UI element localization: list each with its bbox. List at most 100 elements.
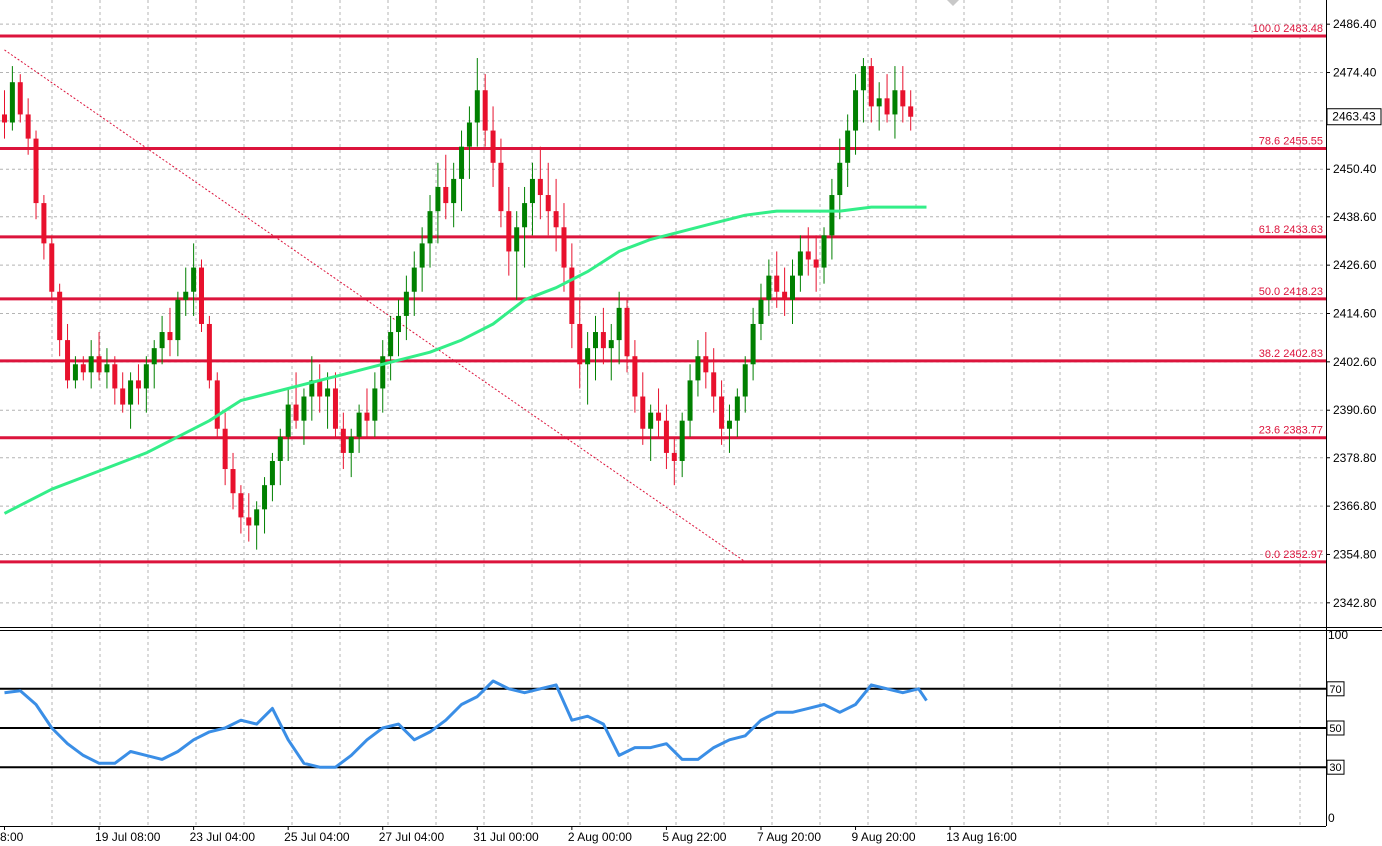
price-tick-label: 2426.60 bbox=[1333, 258, 1377, 272]
candle-body bbox=[758, 299, 764, 324]
candle-body bbox=[332, 388, 338, 429]
candle-body bbox=[340, 428, 346, 453]
candle-body bbox=[277, 436, 283, 461]
time-tick-label: 8:00 bbox=[0, 830, 24, 844]
time-tick-label: 23 Jul 04:00 bbox=[190, 830, 256, 844]
candle-body bbox=[522, 203, 528, 228]
candle-body bbox=[640, 396, 646, 429]
rsi-level-label: 50 bbox=[1329, 723, 1341, 735]
candle-body bbox=[719, 396, 725, 429]
fib-level-label: 100.0 2483.48 bbox=[1253, 23, 1323, 35]
candle-body bbox=[490, 130, 496, 163]
fib-level-label: 23.6 2383.77 bbox=[1259, 425, 1323, 437]
candle-body bbox=[884, 98, 890, 115]
fib-level-label: 38.2 2402.83 bbox=[1259, 348, 1323, 360]
candle-body bbox=[853, 90, 859, 131]
candle-body bbox=[900, 90, 906, 107]
price-tick-label: 2438.60 bbox=[1333, 210, 1377, 224]
candle-body bbox=[128, 380, 134, 405]
candle-body bbox=[695, 356, 701, 381]
candle-body bbox=[167, 332, 173, 341]
candle-body bbox=[33, 138, 39, 204]
candle-body bbox=[348, 436, 354, 453]
price-tick-label: 2486.40 bbox=[1333, 17, 1377, 31]
candle-body bbox=[285, 404, 291, 437]
candle-body bbox=[88, 356, 94, 373]
candle-body bbox=[797, 251, 803, 276]
candle-body bbox=[868, 66, 874, 107]
current-price-label: 2463.43 bbox=[1332, 110, 1376, 124]
candle-body bbox=[301, 396, 307, 421]
candle-body bbox=[726, 420, 732, 429]
fib-level-label: 78.6 2455.55 bbox=[1259, 135, 1323, 147]
candle-body bbox=[151, 348, 157, 365]
candle-body bbox=[214, 380, 220, 429]
candle-body bbox=[742, 364, 748, 397]
candle-body bbox=[569, 267, 575, 324]
candle-body bbox=[96, 356, 102, 373]
price-tick-label: 2414.60 bbox=[1333, 307, 1377, 321]
price-tick-label: 2342.80 bbox=[1333, 596, 1377, 610]
candle-body bbox=[451, 178, 457, 204]
candle-body bbox=[892, 90, 898, 115]
time-tick-label: 25 Jul 04:00 bbox=[284, 830, 350, 844]
candle-body bbox=[474, 90, 480, 123]
price-tick-label: 2474.40 bbox=[1333, 66, 1377, 80]
candle bbox=[49, 235, 55, 300]
candle-body bbox=[191, 267, 197, 292]
candle-body bbox=[687, 380, 693, 421]
candle-body bbox=[57, 291, 63, 341]
candle bbox=[206, 315, 212, 389]
candle-body bbox=[585, 348, 591, 365]
time-tick-label: 27 Jul 04:00 bbox=[379, 830, 445, 844]
candle-body bbox=[482, 90, 488, 131]
candle-body bbox=[774, 275, 780, 292]
candle-body bbox=[514, 227, 520, 252]
candle-body bbox=[498, 162, 504, 212]
candle-body bbox=[269, 460, 275, 486]
candle-body bbox=[860, 66, 866, 91]
candle-body bbox=[175, 299, 181, 341]
candle-body bbox=[593, 332, 598, 349]
candle-body bbox=[403, 291, 409, 316]
fib-level-label: 0.0 2352.97 bbox=[1265, 549, 1323, 561]
candle-body bbox=[317, 380, 323, 397]
candle-body bbox=[9, 82, 15, 123]
candle-body bbox=[782, 291, 788, 300]
time-tick-label: 9 Aug 20:00 bbox=[852, 830, 916, 844]
candle-body bbox=[608, 340, 614, 349]
price-tick-label: 2366.80 bbox=[1333, 499, 1377, 513]
candle-body bbox=[577, 323, 583, 365]
candle-body bbox=[703, 356, 709, 373]
candle-body bbox=[230, 469, 236, 494]
candle-body bbox=[143, 364, 149, 389]
candle-body bbox=[65, 340, 71, 381]
price-tick-label: 2390.60 bbox=[1333, 403, 1377, 417]
candle-body bbox=[325, 388, 331, 397]
time-tick-label: 19 Jul 08:00 bbox=[95, 830, 161, 844]
time-tick-label: 13 Aug 16:00 bbox=[946, 830, 1017, 844]
candle-body bbox=[459, 146, 465, 179]
candle-body bbox=[616, 307, 622, 341]
candle-body bbox=[671, 452, 677, 461]
candle-body bbox=[199, 267, 204, 324]
candle-body bbox=[356, 412, 362, 437]
candle-body bbox=[293, 404, 299, 421]
candle-body bbox=[790, 275, 795, 300]
candle-body bbox=[222, 428, 228, 470]
candle-body bbox=[238, 493, 244, 518]
candle-body bbox=[632, 356, 638, 397]
candle-body bbox=[537, 178, 543, 196]
candle-body bbox=[380, 356, 386, 389]
candle-body bbox=[183, 291, 189, 300]
candle-body bbox=[805, 251, 811, 260]
rsi-tick-label: 0 bbox=[1328, 811, 1335, 825]
price-tick-label: 2354.80 bbox=[1333, 547, 1377, 561]
candle-body bbox=[364, 412, 370, 421]
candle-body bbox=[80, 364, 86, 373]
candle-body bbox=[734, 396, 740, 421]
candle-body bbox=[246, 517, 252, 526]
candle-body bbox=[648, 412, 654, 429]
candle-body bbox=[829, 195, 835, 236]
candle-body bbox=[41, 203, 47, 244]
